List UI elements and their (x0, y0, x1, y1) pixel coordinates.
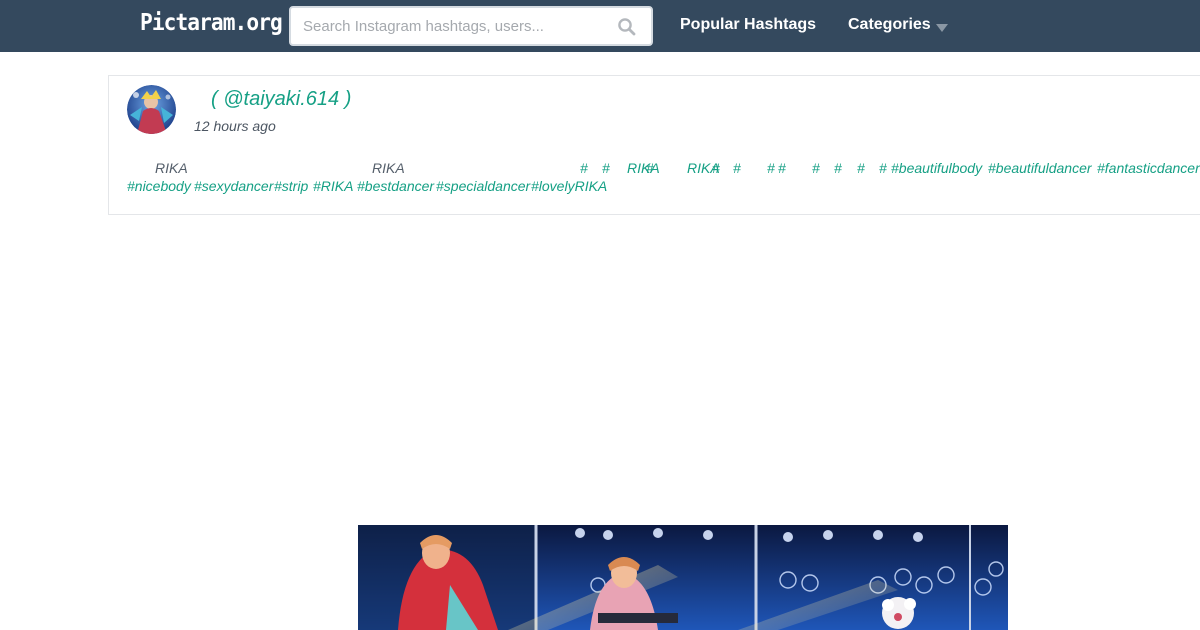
post-caption: RIKA RIKA # # RIKA # RIKA # # # # # # # … (109, 76, 1200, 216)
hashtag-rika[interactable]: #RIKA (313, 177, 353, 195)
hashtag-link[interactable]: # (834, 159, 842, 177)
hashtag-nicebody[interactable]: #nicebody (127, 177, 191, 195)
hashtag-link[interactable]: # (646, 159, 654, 177)
post-photo[interactable] (358, 525, 1008, 630)
hashtag-link[interactable]: # (857, 159, 865, 177)
site-logo[interactable]: Pictaram.org (140, 10, 283, 36)
hashtag-beautifuldancer[interactable]: #beautifuldancer (988, 159, 1092, 177)
hashtag-bestdancer[interactable]: #bestdancer (357, 177, 434, 195)
hashtag-link[interactable]: # (602, 159, 610, 177)
chevron-down-icon[interactable] (936, 24, 948, 32)
caption-text: RIKA (372, 160, 405, 176)
hashtag-fantasticdancer[interactable]: #fantasticdancer (1097, 159, 1200, 177)
hashtag-link[interactable]: # (778, 159, 786, 177)
hashtag-link[interactable]: # (812, 159, 820, 177)
hashtag-link[interactable]: # (879, 159, 887, 177)
top-navbar: Pictaram.org Popular Hashtags Categories (0, 0, 1200, 52)
hashtag-lovelyrika[interactable]: #lovelyRIKA (531, 177, 607, 195)
hashtag-link[interactable]: # (580, 159, 588, 177)
hashtag-link[interactable]: # (712, 159, 720, 177)
hashtag-sexydancer[interactable]: #sexydancer (194, 177, 273, 195)
post-card: ( @taiyaki.614 ) 12 hours ago RIKA RIKA … (108, 75, 1200, 215)
search-input[interactable] (291, 8, 611, 44)
search-icon[interactable] (617, 17, 637, 37)
caption-text: RIKA (155, 160, 188, 176)
hashtag-link[interactable]: # (767, 159, 775, 177)
hashtag-specialdancer[interactable]: #specialdancer (436, 177, 530, 195)
hashtag-link[interactable]: RIKA (627, 159, 660, 177)
search-box[interactable] (289, 6, 653, 46)
nav-popular-hashtags[interactable]: Popular Hashtags (680, 16, 816, 34)
hashtag-strip[interactable]: #strip (274, 177, 308, 195)
hashtag-beautifulbody[interactable]: #beautifulbody (891, 159, 982, 177)
nav-categories[interactable]: Categories (848, 16, 931, 34)
hashtag-link[interactable]: # (733, 159, 741, 177)
